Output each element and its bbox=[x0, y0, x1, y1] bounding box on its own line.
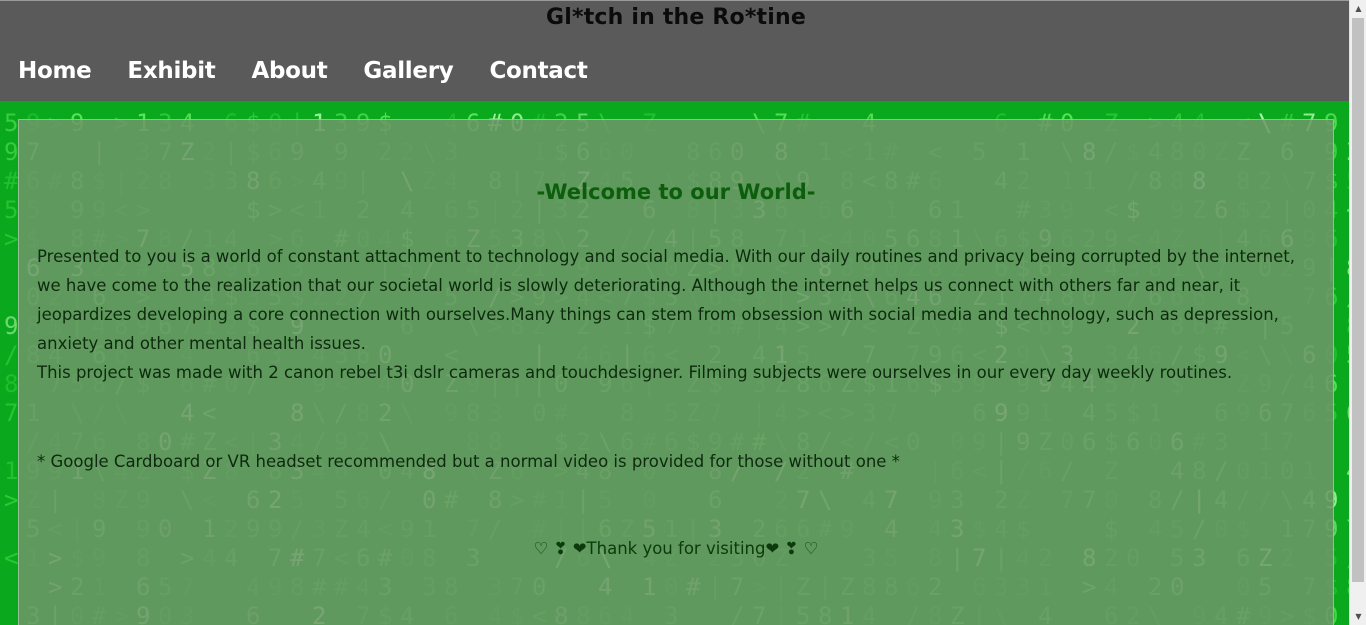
intro-paragraph: Presented to you is a world of constant … bbox=[37, 247, 1295, 353]
nav-link-home[interactable]: Home bbox=[18, 55, 92, 87]
matrix-glyph: 5 bbox=[4, 109, 18, 137]
nav-link-gallery[interactable]: Gallery bbox=[363, 55, 453, 87]
scroll-thumb[interactable] bbox=[1352, 18, 1364, 582]
matrix-glyph: 7 bbox=[4, 399, 18, 427]
main-nav: Home Exhibit About Gallery Contact bbox=[18, 55, 624, 87]
matrix-glyph: 9 bbox=[4, 312, 18, 340]
matrix-glyph: # bbox=[4, 167, 19, 195]
vr-note: * Google Cardboard or VR headset recomme… bbox=[37, 452, 900, 471]
matrix-glyph: > bbox=[4, 225, 18, 253]
nav-item-contact: Contact bbox=[489, 55, 587, 87]
matrix-glyph: > bbox=[4, 486, 18, 514]
matrix-glyph: < bbox=[4, 544, 18, 572]
nav-item-exhibit: Exhibit bbox=[127, 55, 215, 87]
project-paragraph: This project was made with 2 canon rebel… bbox=[37, 363, 1233, 382]
nav-item-home: Home bbox=[18, 55, 92, 87]
page-viewport: Gl*tch in the Ro*tine Home Exhibit About… bbox=[0, 0, 1349, 625]
intro-text: Presented to you is a world of constant … bbox=[37, 242, 1315, 387]
welcome-heading: -Welcome to our World- bbox=[536, 180, 816, 204]
welcome-panel: -Welcome to our World- Presented to you … bbox=[18, 119, 1334, 625]
nav-link-contact[interactable]: Contact bbox=[489, 55, 587, 87]
vertical-scrollbar[interactable]: ▲ ▼ bbox=[1349, 0, 1366, 625]
site-header: Gl*tch in the Ro*tine Home Exhibit About… bbox=[0, 1, 1349, 101]
site-title: Gl*tch in the Ro*tine bbox=[545, 5, 806, 30]
matrix-glyph: 5 bbox=[4, 196, 18, 224]
scroll-down-icon[interactable]: ▼ bbox=[1350, 608, 1366, 625]
matrix-glyph: 1 bbox=[4, 457, 18, 485]
nav-link-exhibit[interactable]: Exhibit bbox=[127, 55, 215, 87]
thanks-message: ♡ ❣ ❤Thank you for visiting❤ ❣ ♡ bbox=[533, 539, 819, 558]
matrix-glyph: 8 bbox=[4, 370, 18, 398]
scroll-up-icon[interactable]: ▲ bbox=[1350, 0, 1366, 17]
nav-item-gallery: Gallery bbox=[363, 55, 453, 87]
nav-link-about[interactable]: About bbox=[251, 55, 327, 87]
matrix-glyph: / bbox=[4, 341, 18, 369]
nav-item-about: About bbox=[251, 55, 327, 87]
matrix-glyph: 9 bbox=[4, 138, 18, 166]
